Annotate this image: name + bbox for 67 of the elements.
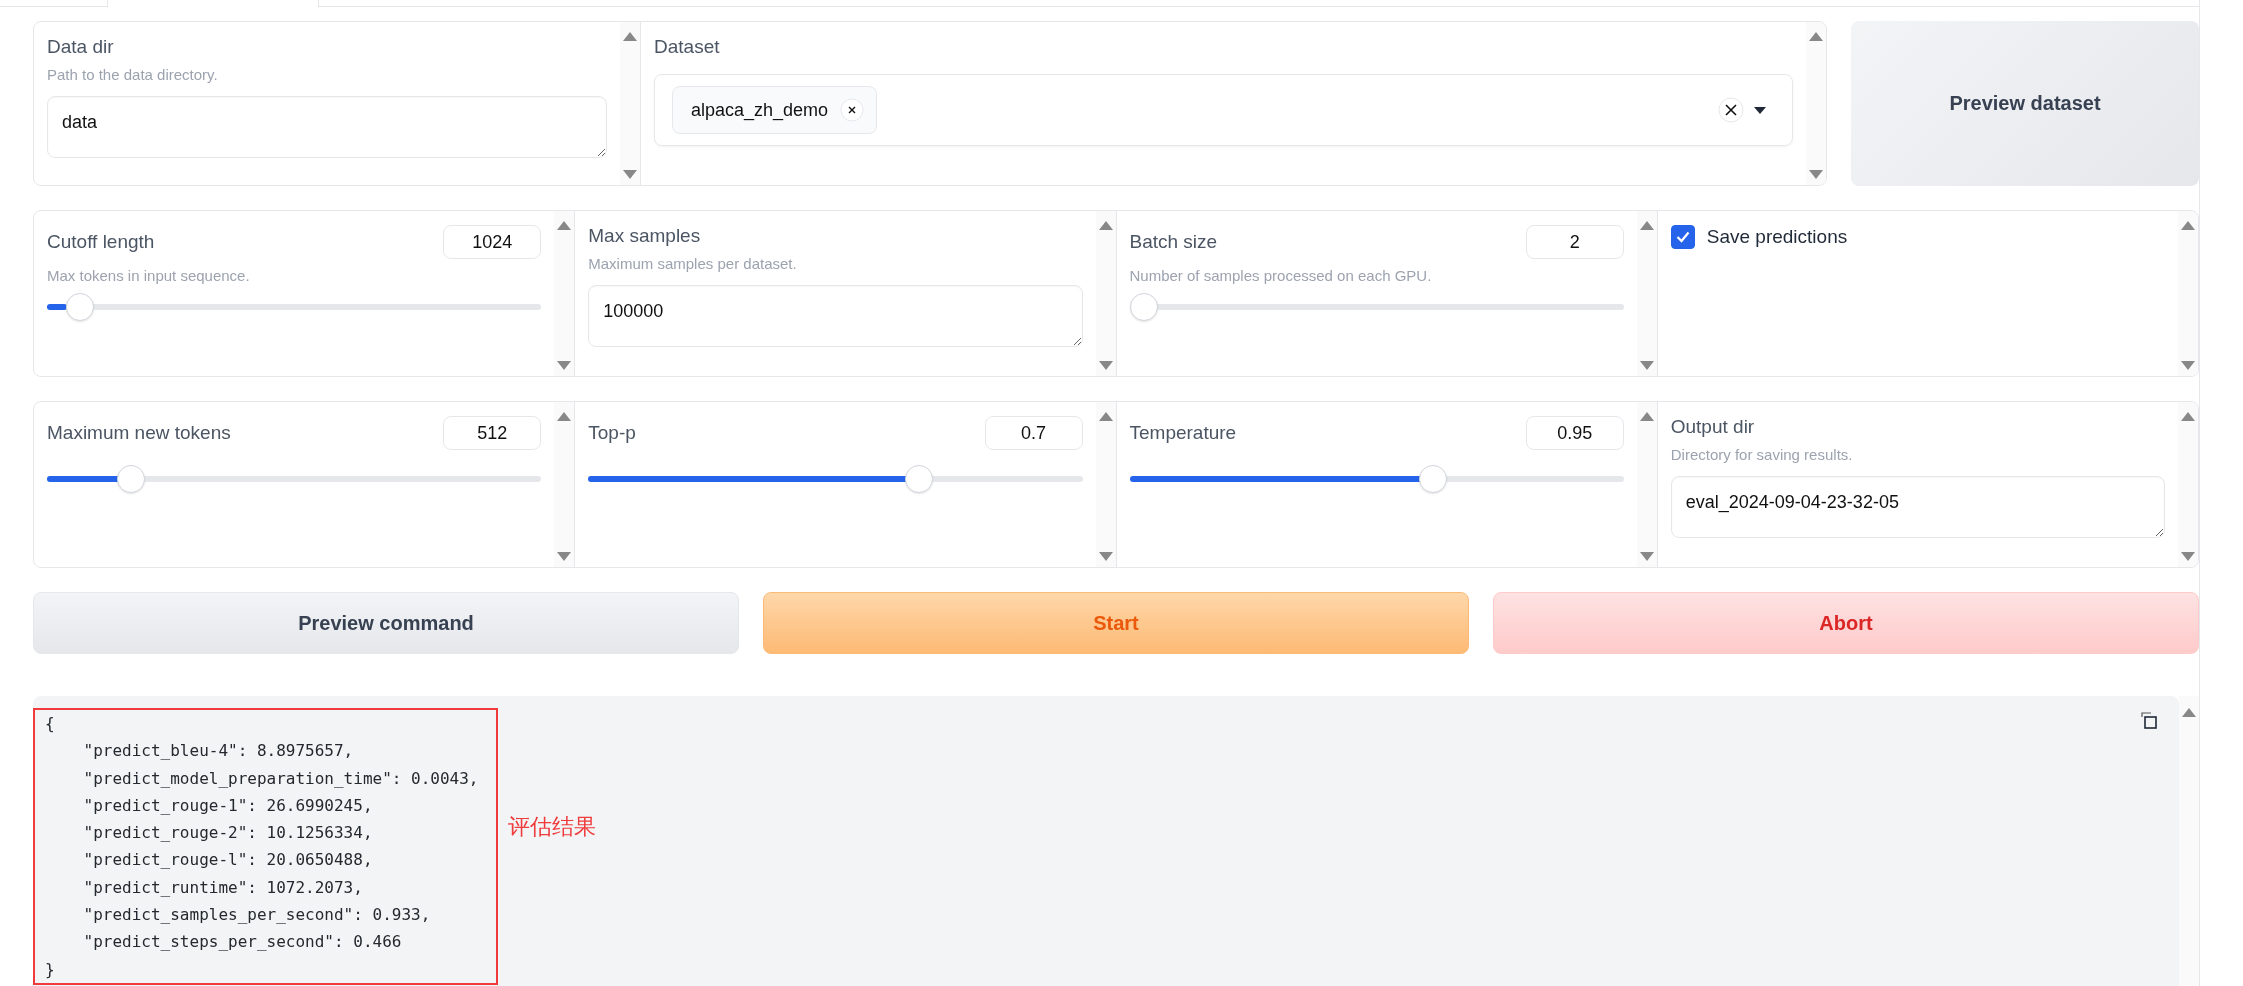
scroll-up-icon[interactable] [1098,221,1113,230]
scroll-up-icon[interactable] [557,221,572,230]
slider-handle[interactable] [116,465,145,493]
scroll-up-icon[interactable] [623,32,637,41]
slider[interactable] [588,465,1083,493]
action-button[interactable]: Abort [1493,592,2199,654]
results-code: { "predict_bleu-4": 8.8975657, "predict_model_preparation_time": 0.0043, "predict_rouge-1": 26.6990245, "predict_rouge-2": 10.1256334, "predict_rouge-l": 20.0650488, "predict_runtime": 1072.2073, "predict_samples_per_second": 0.933, "predict_steps_per_second": 0.466 } [45,713,479,981]
field-info: Path to the data directory. [47,66,219,83]
input-field[interactable]: data [47,96,607,158]
slider[interactable] [47,465,542,493]
scroll-down-icon[interactable] [557,552,572,561]
scroll-up-icon[interactable] [1639,412,1654,421]
dataset-dropdown[interactable]: alpaca_zh_demo [654,74,1793,146]
scroll-down-icon[interactable] [1639,552,1654,561]
checkmark-icon [1675,231,1690,243]
scroll-down-icon[interactable] [1098,361,1113,370]
field-label: Output dir [1670,416,1756,438]
dataset-tag: alpaca_zh_demo [672,86,878,134]
number-input[interactable]: 0.7 [984,416,1083,450]
scroll-up-icon[interactable] [1809,32,1823,41]
field-label: Data dir [47,36,115,58]
field-label: Batch size [1129,231,1218,253]
scroll-down-icon[interactable] [623,170,637,179]
slider-handle[interactable] [905,465,934,493]
slider-handle[interactable] [65,293,94,321]
scroll-down-icon[interactable] [1809,170,1823,179]
caret-icon[interactable] [1754,106,1766,114]
scroll-down-icon[interactable] [2181,552,2195,561]
annotation-text: 评估结果 [508,813,597,841]
scroll-up-icon[interactable] [1098,412,1113,421]
checkbox[interactable] [1670,225,1695,249]
scroll-down-icon[interactable] [1098,552,1113,561]
checkbox-label[interactable]: Save predictions [1706,226,1848,248]
scroll-up-icon[interactable] [2181,412,2195,421]
scroll-up-icon[interactable] [2181,221,2195,230]
field-label: Cutoff length [47,231,155,253]
field-label: Temperature [1129,422,1237,444]
field-label: Max samples [588,225,702,247]
input-field[interactable]: eval_2024-09-04-23-32-05 [1670,476,2165,538]
field-info: Number of samples processed on each GPU. [1129,267,1433,284]
slider-handle[interactable] [1418,465,1447,493]
number-input[interactable]: 0.95 [1525,416,1624,450]
preview-dataset-button[interactable]: Preview dataset [1851,21,2199,186]
field-info: Max tokens in input sequence. [47,267,251,284]
scroll-up-icon[interactable] [557,412,572,421]
scroll-down-icon[interactable] [2181,361,2195,370]
slider[interactable] [1129,293,1624,321]
slider[interactable] [47,293,542,321]
slider[interactable] [1129,465,1624,493]
field-label: Dataset [654,36,721,58]
field-label: Top-p [588,422,636,444]
clear-icon[interactable] [1718,97,1744,123]
number-input[interactable]: 1024 [443,225,542,259]
remove-icon[interactable] [840,98,865,122]
field-info: Maximum samples per dataset. [588,255,798,272]
scroll-up-icon[interactable] [2182,708,2196,717]
input-field[interactable]: 100000 [588,285,1083,347]
action-button[interactable]: Preview command [33,592,739,654]
scroll-up-icon[interactable] [1639,221,1654,230]
copy-icon[interactable] [2141,712,2157,729]
field-info: Directory for saving results. [1670,446,1854,463]
scroll-down-icon[interactable] [1639,361,1654,370]
number-input[interactable]: 2 [1525,225,1624,259]
number-input[interactable]: 512 [443,416,542,450]
slider-handle[interactable] [1129,293,1158,321]
field-label: Maximum new tokens [47,422,231,444]
scroll-down-icon[interactable] [557,361,572,370]
